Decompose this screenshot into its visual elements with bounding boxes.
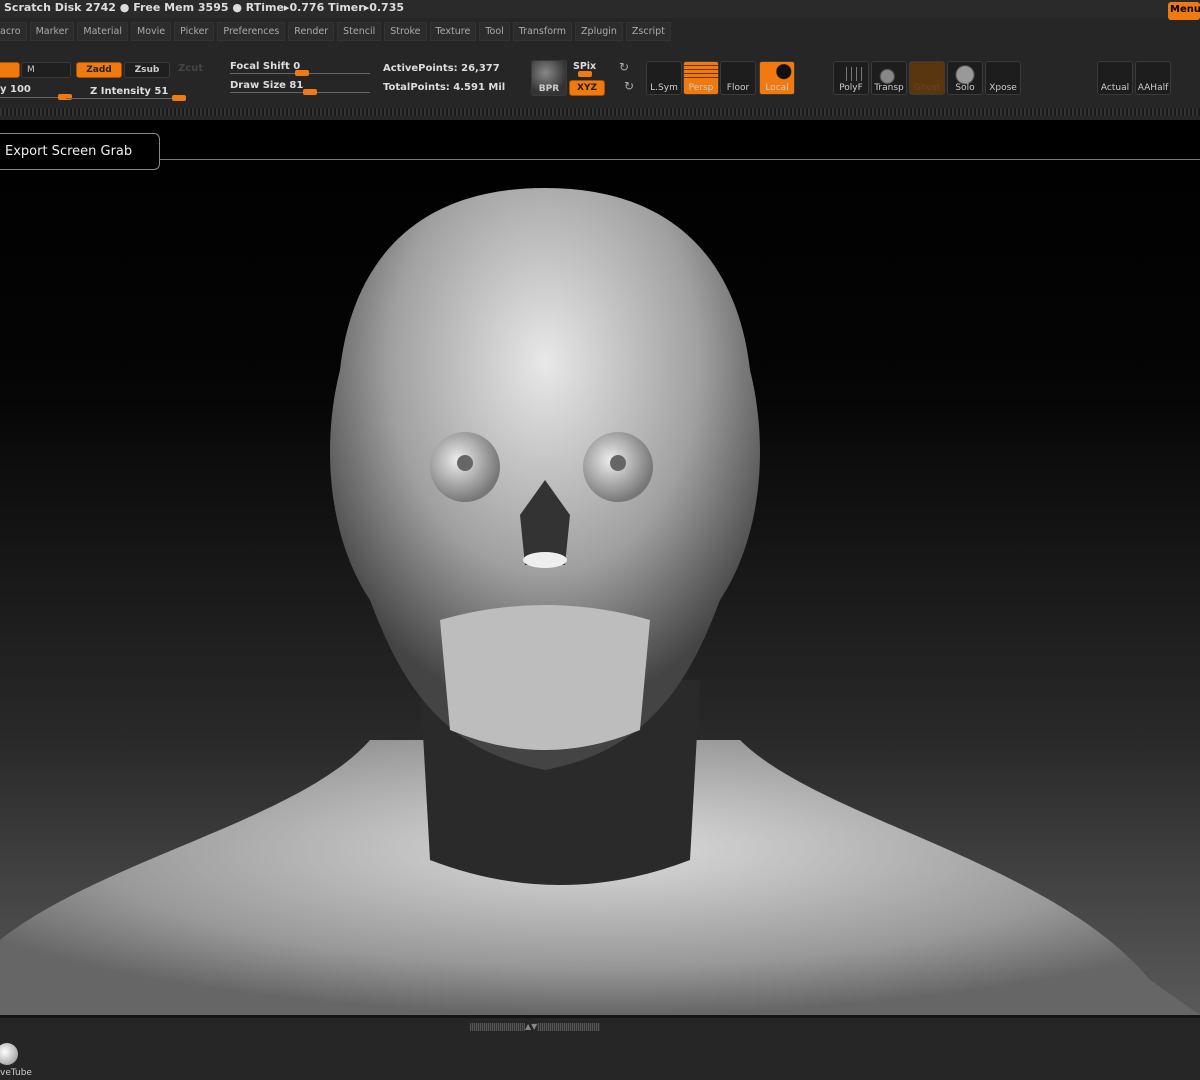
m-button[interactable]: M xyxy=(21,62,71,78)
actual-button[interactable]: Actual xyxy=(1097,61,1133,95)
bottom-tray: ▲▼ veTube xyxy=(0,1015,1200,1080)
focal-shift-label: Focal Shift 0 xyxy=(230,61,301,72)
menu-zscript[interactable]: Zscript xyxy=(625,22,671,41)
lsym-label: L.Sym xyxy=(650,83,678,93)
menu-transform[interactable]: Transform xyxy=(512,22,573,41)
menu-macro[interactable]: acro xyxy=(0,22,27,41)
rotate-z-icon[interactable]: ↻ xyxy=(624,79,634,93)
sculpt-model xyxy=(0,188,1200,1015)
z-intensity-label: Z Intensity 51 xyxy=(90,86,169,97)
tray-toggle-icon[interactable]: ▲▼ xyxy=(525,1022,538,1031)
menu-zplugin[interactable]: Zplugin xyxy=(575,22,623,41)
polyf-label: PolyF xyxy=(839,83,863,93)
rotate-y-icon[interactable]: ↻ xyxy=(619,60,629,74)
persp-label: Persp xyxy=(688,83,714,93)
tray-item-label[interactable]: veTube xyxy=(0,1068,32,1078)
ghost-label: Ghost xyxy=(913,83,941,93)
transp-label: Transp xyxy=(874,83,904,93)
draw-size-slider[interactable] xyxy=(230,92,370,93)
menu-button[interactable]: Menu xyxy=(1168,2,1200,20)
bpr-button[interactable]: BPR xyxy=(531,60,567,96)
floor-button[interactable]: Floor xyxy=(720,61,756,95)
rgb-intensity-knob[interactable] xyxy=(58,94,72,100)
menu-material[interactable]: Material xyxy=(77,22,128,41)
persp-button[interactable]: Persp xyxy=(683,61,719,95)
menu-marker[interactable]: Marker xyxy=(29,22,75,41)
transp-button[interactable]: Transp xyxy=(871,61,907,95)
guide-line xyxy=(0,159,1200,160)
menu-picker[interactable]: Picker xyxy=(174,22,215,41)
aahalf-label: AAHalf xyxy=(1137,83,1169,93)
draw-size-knob[interactable] xyxy=(303,89,317,95)
menu-render[interactable]: Render xyxy=(288,22,335,41)
tooltip: Export Screen Grab xyxy=(0,133,160,170)
actual-label: Actual xyxy=(1100,83,1130,93)
status-bar: Scratch Disk 2742 ● Free Mem 3595 ● RTim… xyxy=(0,0,1200,18)
focal-shift-knob[interactable] xyxy=(295,70,309,76)
rgb-button[interactable] xyxy=(0,62,20,78)
jaw xyxy=(440,605,650,750)
lightbox-tube-icon[interactable] xyxy=(0,1043,18,1065)
rgb-intensity-label: y 100 xyxy=(0,84,31,95)
total-points: TotalPoints: 4.591 Mil xyxy=(383,82,506,93)
solo-button[interactable]: Solo xyxy=(947,61,983,95)
local-label: Local xyxy=(765,83,789,93)
menu-stroke[interactable]: Stroke xyxy=(384,22,427,41)
menu-movie[interactable]: Movie xyxy=(131,22,172,41)
zadd-button[interactable]: Zadd xyxy=(76,62,122,78)
local-button[interactable]: Local xyxy=(759,61,795,95)
z-intensity-slider[interactable] xyxy=(66,98,182,99)
menu-bar: acro Marker Material Movie Picker Prefer… xyxy=(0,22,671,42)
zsub-button[interactable]: Zsub xyxy=(124,62,170,78)
tooltip-text: Export Screen Grab xyxy=(5,144,133,159)
toolbar-divider xyxy=(0,108,1200,116)
menu-texture[interactable]: Texture xyxy=(429,22,477,41)
solo-label: Solo xyxy=(955,83,975,93)
xyz-button[interactable]: XYZ xyxy=(569,80,605,96)
active-points: ActivePoints: 26,377 xyxy=(383,63,500,74)
polyf-button[interactable]: PolyF xyxy=(833,61,869,95)
menu-tool[interactable]: Tool xyxy=(479,22,510,41)
aahalf-button[interactable]: AAHalf xyxy=(1135,61,1171,95)
draw-size-label: Draw Size 81 xyxy=(230,80,304,91)
floor-label: Floor xyxy=(726,83,750,93)
xpose-button[interactable]: Xpose xyxy=(985,61,1021,95)
spix-slider[interactable] xyxy=(578,71,592,77)
xpose-label: Xpose xyxy=(989,83,1017,93)
ghost-button[interactable]: Ghost xyxy=(909,61,945,95)
z-intensity-knob[interactable] xyxy=(172,95,186,101)
zcut-button[interactable]: Zcut xyxy=(178,63,203,74)
menu-preferences[interactable]: Preferences xyxy=(217,22,286,41)
menu-stencil[interactable]: Stencil xyxy=(337,22,382,41)
document-canvas[interactable] xyxy=(0,120,1200,1015)
lsym-button[interactable]: L.Sym xyxy=(646,61,682,95)
